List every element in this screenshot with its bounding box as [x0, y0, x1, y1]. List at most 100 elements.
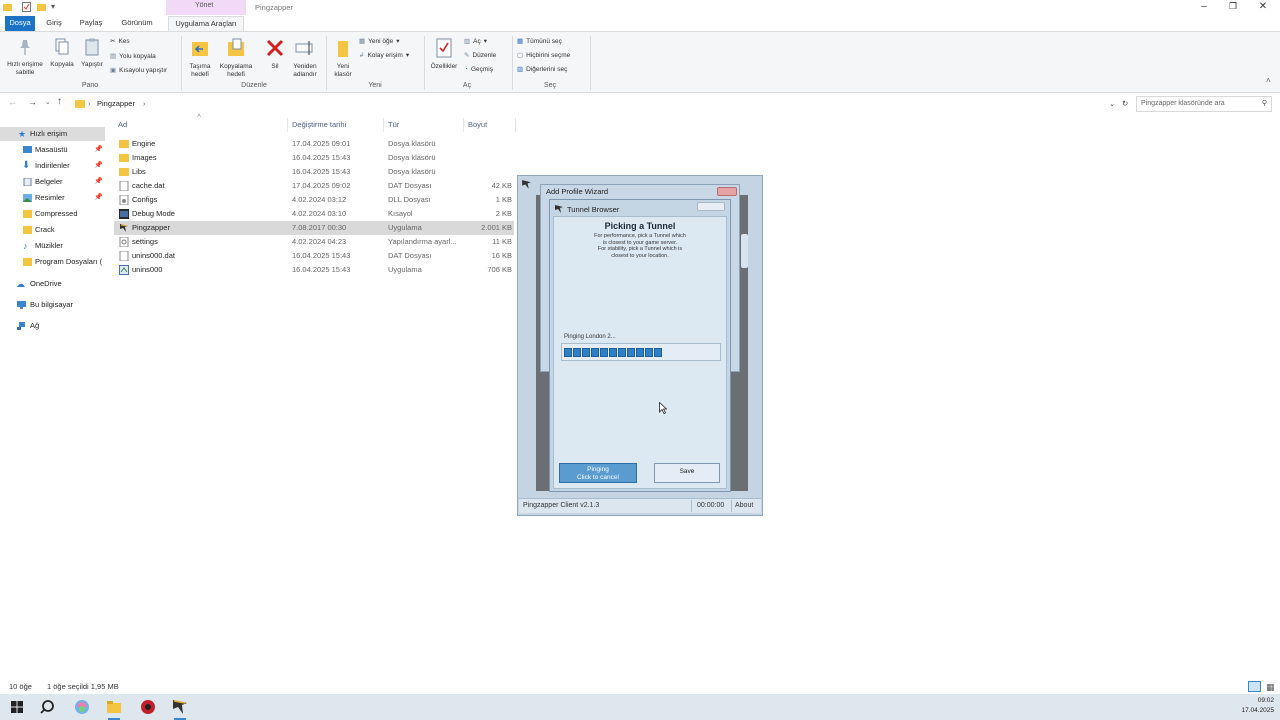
up-arrow-icon[interactable]: ↑: [57, 96, 62, 107]
copy-to-button[interactable]: Kopyalama hedefi: [217, 38, 255, 79]
delete-button[interactable]: Sil: [262, 38, 288, 71]
nav-label: Bu bilgisayar: [30, 300, 73, 309]
column-header-name[interactable]: Ad: [118, 118, 127, 132]
windows-start-icon[interactable]: [8, 698, 26, 716]
about-link[interactable]: About: [735, 499, 753, 513]
select-all-button[interactable]: ▦ Tümünü seç: [517, 36, 562, 48]
column-divider[interactable]: [515, 118, 516, 132]
column-divider[interactable]: [287, 118, 288, 132]
rename-button[interactable]: Yeniden adlandır: [288, 38, 322, 79]
tab-share[interactable]: Paylaş: [76, 16, 106, 31]
antivirus-icon[interactable]: [139, 698, 157, 716]
maximize-button[interactable]: ❐: [1219, 1, 1247, 12]
nav-item-music[interactable]: ♪ Müzikler: [0, 239, 105, 253]
move-to-button[interactable]: Taşıma hedefi: [185, 38, 215, 79]
nav-item-network[interactable]: Ağ: [0, 319, 105, 333]
easy-access-button[interactable]: ↲ Kolay erişim ▾: [359, 50, 409, 62]
file-row[interactable]: Pingzapper 7.08.2017 00:30 Uygulama 2.00…: [114, 221, 514, 235]
nav-item-desktop[interactable]: Masaüstü 📌: [0, 143, 105, 157]
nav-item-program-files[interactable]: Program Dosyaları (: [0, 255, 105, 269]
pin-icon[interactable]: 📌: [94, 143, 103, 157]
new-item-icon: ▦: [359, 38, 366, 45]
open-button[interactable]: ▥ Aç ▾: [464, 36, 487, 48]
qat-dropdown-icon[interactable]: ▾: [51, 2, 55, 11]
column-header-date[interactable]: Değiştirme tarihi: [292, 118, 346, 132]
nav-item-pictures[interactable]: Resimler 📌: [0, 191, 105, 205]
computer-icon: [17, 301, 26, 309]
large-icons-view-icon[interactable]: ▦: [1266, 680, 1275, 694]
properties-button[interactable]: Özellikler: [427, 38, 461, 71]
nav-item-onedrive[interactable]: ☁ OneDrive: [0, 277, 105, 291]
search-input[interactable]: Pingzapper klasöründe ara ⚲: [1136, 96, 1272, 112]
edit-button[interactable]: ✎ Düzenle: [464, 50, 496, 62]
copilot-icon[interactable]: [73, 698, 91, 716]
pin-icon[interactable]: 📌: [94, 159, 103, 173]
nav-item-downloads[interactable]: ⬇ İndirilenler 📌: [0, 159, 105, 173]
close-button[interactable]: ✕: [1249, 1, 1277, 12]
history-button[interactable]: ◔ Geçmiş: [464, 64, 493, 76]
paste-button[interactable]: Yapıştır: [78, 38, 106, 69]
file-row[interactable]: unins000.dat 16.04.2025 15:43 DAT Dosyas…: [114, 249, 514, 263]
copy-path-button[interactable]: ▤ Yolu kopyala: [110, 51, 156, 63]
column-header-type[interactable]: Tür: [388, 118, 399, 132]
back-arrow-icon[interactable]: ←: [8, 97, 17, 107]
recent-locations-icon[interactable]: ⌄: [45, 98, 51, 106]
collapse-ribbon-icon[interactable]: ˄: [1266, 76, 1271, 85]
file-row[interactable]: unins000 16.04.2025 15:43 Uygulama 706 K…: [114, 263, 514, 277]
nav-item-crack[interactable]: Crack: [0, 223, 105, 237]
history-label: Geçmiş: [470, 66, 493, 73]
save-button[interactable]: Save: [654, 463, 720, 483]
pin-icon[interactable]: 📌: [94, 175, 103, 189]
pingzapper-taskbar-icon[interactable]: [171, 698, 189, 716]
group-separator: [590, 36, 591, 90]
nav-item-documents[interactable]: Belgeler 📌: [0, 175, 105, 189]
refresh-icon[interactable]: ↻: [1122, 97, 1128, 111]
column-header-size[interactable]: Boyut: [468, 118, 487, 132]
new-folder-button[interactable]: Yeni klasör: [330, 38, 356, 79]
file-row[interactable]: Configs 4.02.2024 03:12 DLL Dosyası 1 KB: [114, 193, 514, 207]
file-row[interactable]: Images 16.04.2025 15:43 Dosya klasörü: [114, 151, 514, 165]
invert-selection-button[interactable]: ▨ Diğerlerini seç: [517, 64, 567, 76]
file-size: 11 KB: [492, 237, 512, 246]
new-item-button[interactable]: ▦ Yeni öğe ▾: [359, 36, 400, 48]
search-icon[interactable]: [39, 698, 57, 716]
file-row[interactable]: Debug Mode 4.02.2024 03:10 Kısayol 2 KB: [114, 207, 514, 221]
wizard-close-button[interactable]: [717, 187, 737, 196]
group-separator: [512, 36, 513, 90]
pin-icon[interactable]: 📌: [94, 191, 103, 205]
select-none-button[interactable]: ▢ Hiçbirini seçme: [517, 50, 570, 62]
clock[interactable]: 09:02 17.04.2025: [1228, 696, 1274, 716]
nav-item-quick-access[interactable]: ★ Hızlı erişim: [0, 127, 105, 141]
file-row[interactable]: Libs 16.04.2025 15:43 Dosya klasörü: [114, 165, 514, 179]
copy-button[interactable]: Kopyala: [48, 38, 76, 69]
tunnel-browser-close-button[interactable]: [697, 202, 725, 211]
column-divider[interactable]: [463, 118, 464, 132]
pin-quick-access-button[interactable]: Hızlı erişime sabitle: [4, 38, 46, 77]
tab-application-tools[interactable]: Uygulama Araçları: [168, 16, 244, 31]
chevron-down-icon: ▾: [396, 38, 400, 45]
properties-icon[interactable]: [22, 2, 31, 12]
column-divider[interactable]: [383, 118, 384, 132]
file-type: Uygulama: [388, 223, 422, 232]
pinging-cancel-button[interactable]: Pinging Click to cancel: [559, 463, 637, 483]
paste-shortcut-button[interactable]: ▣ Kısayolu yapıştır: [110, 65, 167, 77]
forward-arrow-icon[interactable]: →: [28, 97, 37, 107]
file-explorer-icon[interactable]: [105, 698, 123, 716]
new-folder-icon[interactable]: [37, 2, 46, 12]
minimize-button[interactable]: –: [1190, 1, 1218, 12]
cut-button[interactable]: ✂ Kes: [110, 36, 130, 48]
tab-file[interactable]: Dosya: [5, 16, 35, 31]
breadcrumb-item[interactable]: Pingzapper: [97, 97, 135, 111]
address-dropdown-icon[interactable]: ⌄: [1109, 97, 1115, 111]
tab-home[interactable]: Giriş: [41, 16, 67, 31]
desktop-icon: [23, 146, 32, 153]
details-view-icon[interactable]: [1248, 681, 1261, 692]
nav-item-compressed[interactable]: Compressed: [0, 207, 105, 221]
file-row[interactable]: settings 4.02.2024 04:23 Yapılandırma ay…: [114, 235, 514, 249]
clipboard-icon: [85, 38, 99, 56]
tab-view[interactable]: Görünüm: [116, 16, 158, 31]
file-row[interactable]: Engine 17.04.2025 09:01 Dosya klasörü: [114, 137, 514, 151]
nav-item-this-pc[interactable]: Bu bilgisayar: [0, 298, 105, 312]
file-row[interactable]: cache.dat 17.04.2025 09:02 DAT Dosyası 4…: [114, 179, 514, 193]
address-bar[interactable]: › Pingzapper › ⌄ ↻: [72, 96, 1132, 112]
